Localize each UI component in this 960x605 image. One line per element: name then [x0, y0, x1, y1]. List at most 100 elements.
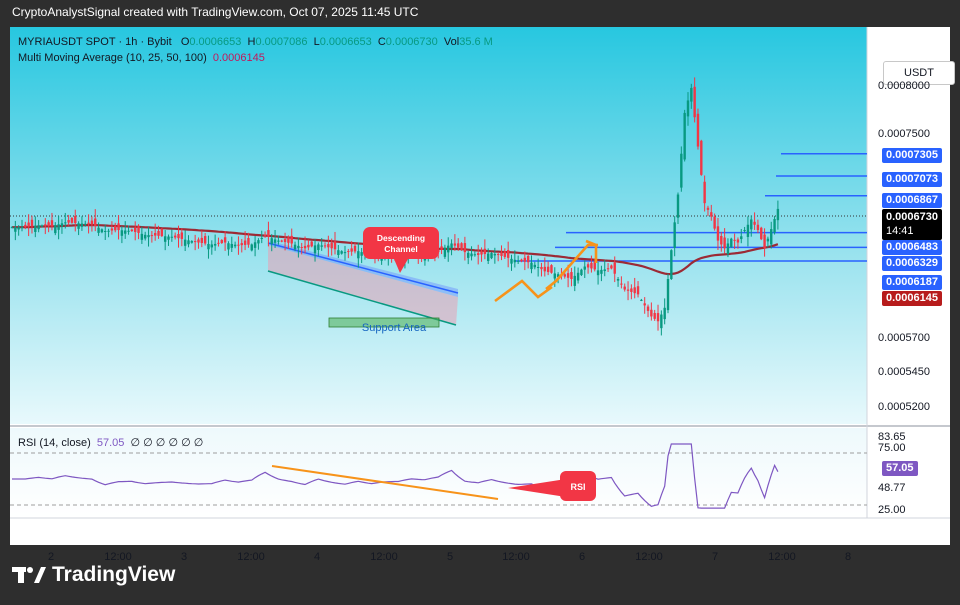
candle-body	[203, 236, 207, 244]
candle-body	[506, 250, 510, 258]
candle-body	[273, 239, 277, 243]
candle-body	[310, 241, 313, 247]
time-axis-label: 12:00	[635, 551, 663, 563]
callout-text-line-2: Channel	[384, 244, 418, 254]
candle-body	[473, 254, 477, 256]
candle-body	[347, 250, 350, 252]
candle-body	[247, 238, 250, 245]
level-tag: 0.0006867	[882, 193, 942, 208]
candle-body	[24, 224, 27, 228]
tradingview-logo[interactable]: TradingView	[12, 563, 175, 587]
candle-body	[700, 140, 703, 175]
candle-body	[333, 241, 337, 250]
time-axis-label: 3	[180, 551, 188, 563]
candle-body	[253, 242, 257, 248]
candle-body	[260, 237, 263, 239]
candle-body	[267, 230, 270, 237]
candle-body	[127, 230, 130, 232]
candle-countdown: 14:41	[886, 225, 914, 237]
candle-body	[480, 251, 483, 255]
candle-body	[763, 234, 766, 249]
candle-body	[74, 215, 77, 224]
callout-descending-channel	[363, 227, 439, 259]
candle-body	[613, 262, 616, 274]
low-value: 0.0006653	[319, 36, 372, 48]
candle-body	[124, 230, 127, 234]
time-axis-label: 12:00	[237, 551, 265, 563]
candle-body	[290, 235, 293, 244]
candle-body	[163, 236, 167, 242]
ma-indicator-name[interactable]: Multi Moving Average (10, 25, 50, 100)	[18, 52, 207, 64]
candle-body	[646, 306, 650, 311]
chart-canvas[interactable]: Descending Channel Support Area RSI	[10, 27, 950, 545]
candle-body	[220, 240, 223, 243]
candle-body	[673, 222, 676, 248]
level-tag: 0.0006329	[882, 256, 942, 271]
candle-body	[313, 245, 317, 254]
candle-body	[640, 299, 643, 301]
candle-body	[583, 266, 586, 270]
rsi-legend[interactable]: RSI (14, close) 57.05 ∅ ∅ ∅ ∅ ∅ ∅	[18, 436, 203, 449]
time-axis-label: 12:00	[370, 551, 398, 563]
level-tag: 0.0006483	[882, 240, 942, 255]
candle-body	[770, 229, 773, 245]
candle-body	[540, 267, 543, 270]
candle-body	[546, 266, 550, 273]
candle-body	[193, 241, 197, 243]
close-value: 0.0006730	[385, 36, 438, 48]
candle-body	[134, 227, 137, 232]
price-axis-label: 0.0008000	[878, 80, 930, 92]
candle-body	[543, 266, 546, 272]
rsi-indicator-name[interactable]: RSI (14, close)	[18, 437, 91, 449]
candle-body	[44, 224, 47, 226]
time-axis-label: 8	[844, 551, 852, 563]
ohlc-legend[interactable]: MYRIAUSDT SPOT · 1h · Bybit O0.0006653 H…	[18, 36, 493, 48]
rsi-current-tag: 57.05	[882, 461, 918, 476]
candle-body	[536, 267, 540, 268]
candle-body	[77, 223, 80, 229]
candle-body	[686, 100, 690, 117]
candle-body	[287, 237, 290, 243]
price-axis-label: 0.0005450	[878, 366, 930, 378]
candle-body	[360, 252, 363, 256]
candle-body	[736, 239, 740, 243]
candle-body	[663, 307, 666, 320]
candle-body	[623, 286, 626, 290]
candle-body	[353, 245, 357, 252]
candle-body	[453, 243, 457, 246]
candle-body	[553, 273, 556, 279]
candle-body	[703, 181, 706, 204]
ma-legend[interactable]: Multi Moving Average (10, 25, 50, 100) 0…	[18, 52, 265, 64]
candle-body	[97, 227, 100, 233]
candle-body	[57, 224, 60, 230]
time-axis-label: 12:00	[104, 551, 132, 563]
candle-body	[17, 227, 20, 230]
symbol-label[interactable]: MYRIAUSDT SPOT · 1h · Bybit	[18, 36, 172, 48]
candle-body	[104, 231, 107, 232]
candle-body	[200, 237, 204, 243]
candle-body	[710, 212, 713, 217]
candle-body	[27, 222, 30, 227]
rsi-axis-label: 48.77	[878, 482, 906, 494]
candle-body	[213, 243, 217, 246]
candle-body	[223, 237, 227, 243]
level-tag: 0.0007073	[882, 172, 942, 187]
candle-body	[753, 221, 756, 225]
candle-body	[160, 228, 164, 237]
candle-body	[580, 269, 583, 276]
candle-body	[457, 243, 460, 248]
candle-body	[197, 239, 200, 243]
callout-text-line-1: Descending	[377, 233, 425, 243]
candle-body	[317, 244, 320, 251]
candle-body	[750, 219, 753, 230]
price-axis-label: 0.0005200	[878, 401, 930, 413]
current-price-tag: 0.0006730 14:41	[882, 209, 942, 240]
candle-body	[610, 265, 613, 269]
candle-body	[463, 243, 467, 253]
candle-body	[470, 253, 473, 257]
candle-body	[477, 253, 480, 255]
candle-body	[493, 254, 497, 256]
candle-body	[217, 242, 220, 244]
candle-body	[683, 112, 686, 160]
high-value: 0.0007086	[255, 36, 308, 48]
